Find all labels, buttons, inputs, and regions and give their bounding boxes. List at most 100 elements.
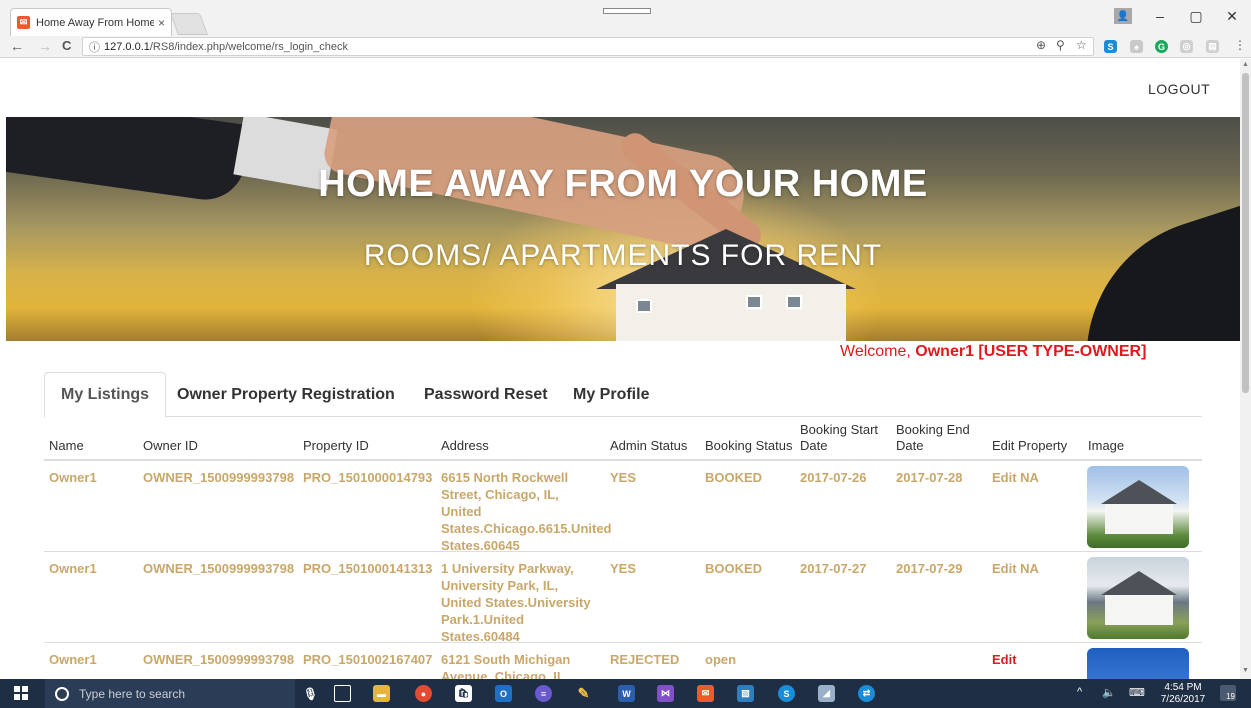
property-image[interactable] <box>1087 648 1189 679</box>
taskbar-search[interactable]: Type here to search <box>45 679 295 708</box>
new-tab-button[interactable] <box>169 13 209 35</box>
notification-count: 19 <box>1226 692 1235 701</box>
teamviewer-icon[interactable]: ⇄ <box>858 685 875 702</box>
microphone-icon[interactable]: 🎙 <box>302 685 319 702</box>
taskbar-clock[interactable]: 4:54 PM 7/26/2017 <box>1160 682 1206 706</box>
tab-title: Home Away From Home <box>36 16 154 29</box>
cell-name: Owner1 <box>49 561 97 576</box>
outlook-icon[interactable]: O <box>495 685 512 702</box>
close-window-button[interactable]: ✕ <box>1222 8 1242 25</box>
cell-admin-status: REJECTED <box>610 652 680 667</box>
tab-close-icon[interactable]: × <box>158 16 165 30</box>
app-icon[interactable]: ◢ <box>818 685 835 702</box>
hero-title: HOME AWAY FROM YOUR HOME <box>318 163 928 205</box>
property-image[interactable] <box>1087 557 1189 639</box>
zoom-icon[interactable]: ⊕ <box>1036 38 1046 52</box>
property-image[interactable] <box>1087 466 1189 548</box>
restore-button[interactable]: ▢ <box>1186 8 1206 25</box>
url-path: /RS8/index.php/welcome/rs_login_check <box>149 40 348 53</box>
notification-center-icon[interactable]: 19 <box>1220 685 1236 701</box>
site-favicon-icon: ✉ <box>17 16 30 29</box>
grammarly-extension-icon[interactable]: G <box>1155 40 1168 53</box>
column-header: Name <box>49 438 84 453</box>
extension-pin-icon[interactable]: ⚲ <box>1056 38 1065 52</box>
column-header: Address <box>441 438 489 453</box>
cell-owner-id: OWNER_1500999993798 <box>143 470 295 485</box>
tray-expand-icon[interactable]: ^ <box>1077 686 1082 698</box>
clock-date: 7/26/2017 <box>1160 694 1206 705</box>
extension-icon[interactable]: ▤ <box>1206 40 1219 53</box>
tab-my-profile[interactable]: My Profile <box>557 372 665 417</box>
welcome-message: Welcome, Owner1 [USER TYPE-OWNER] <box>840 343 1146 361</box>
column-header: Property ID <box>303 438 369 453</box>
edit-property-link[interactable]: Edit NA <box>992 469 1039 486</box>
edit-property-link[interactable]: Edit NA <box>992 560 1039 577</box>
minimize-button[interactable]: – <box>1150 8 1170 24</box>
browser-tab[interactable]: ✉ Home Away From Home × <box>10 8 172 36</box>
column-header: Owner ID <box>143 438 198 453</box>
table-row: Owner1 OWNER_1500999993798 PRO_150100014… <box>44 552 1202 644</box>
welcome-user: Owner1 [USER TYPE-OWNER] <box>915 343 1147 360</box>
cell-name: Owner1 <box>49 470 97 485</box>
cell-name: Owner1 <box>49 652 97 667</box>
hero-subtitle: ROOMS/ APARTMENTS FOR RENT <box>363 239 883 272</box>
scroll-thumb[interactable] <box>1242 73 1249 393</box>
keyboard-icon[interactable]: ⌨ <box>1129 686 1145 699</box>
chrome-icon[interactable]: ● <box>415 685 432 702</box>
skype-icon[interactable]: S <box>778 685 795 702</box>
paint-icon[interactable]: ✎ <box>575 685 592 702</box>
word-icon[interactable]: W <box>618 685 635 702</box>
xampp-icon[interactable]: ✉ <box>697 685 714 702</box>
scroll-down-icon[interactable]: ▼ <box>1242 667 1249 674</box>
page-content: LOGOUT HOME AWAY FROM YOUR HOME ROOMS/ A… <box>0 59 1240 679</box>
cell-owner-id: OWNER_1500999993798 <box>143 561 295 576</box>
cell-admin-status: YES <box>610 561 637 576</box>
hero-banner: HOME AWAY FROM YOUR HOME ROOMS/ APARTMEN… <box>6 117 1240 341</box>
column-header: Edit Property <box>992 438 1068 453</box>
tab-my-listings[interactable]: My Listings <box>44 372 167 418</box>
cortana-icon <box>55 686 69 701</box>
visual-studio-icon[interactable]: ⋈ <box>657 685 674 702</box>
volume-icon[interactable]: 🔈 <box>1102 686 1116 699</box>
table-row: Owner1 OWNER_1500999993798 PRO_150100216… <box>44 643 1202 679</box>
cell-owner-id: OWNER_1500999993798 <box>143 652 295 667</box>
logout-link[interactable]: LOGOUT <box>1148 81 1210 97</box>
reload-icon[interactable]: C <box>62 38 71 53</box>
cell-property-id: PRO_1501000141313 <box>303 561 433 576</box>
tab-owner-property-registration[interactable]: Owner Property Registration <box>161 372 411 417</box>
cell-end-date: 2017-07-29 <box>896 561 963 576</box>
taskbar-search-placeholder: Type here to search <box>79 686 186 701</box>
cell-booking-status: open <box>705 652 737 667</box>
menu-icon[interactable]: ⋮ <box>1234 38 1246 52</box>
profile-icon[interactable]: 👤 <box>1114 8 1132 24</box>
bookmark-star-icon[interactable]: ☆ <box>1076 38 1087 52</box>
info-icon[interactable]: ⓘ <box>89 39 100 55</box>
skype-extension-icon[interactable]: S <box>1104 40 1117 53</box>
cell-end-date: 2017-07-28 <box>896 470 963 485</box>
table-header: Name Owner ID Property ID Address Admin … <box>44 421 1202 461</box>
cell-booking-status: BOOKED <box>705 470 763 485</box>
clock-time: 4:54 PM <box>1164 682 1202 693</box>
windows-start-icon[interactable] <box>14 686 28 700</box>
tab-password-reset[interactable]: Password Reset <box>408 372 564 417</box>
cell-start-date: 2017-07-27 <box>800 561 867 576</box>
edit-property-link[interactable]: Edit <box>992 651 1017 668</box>
scroll-up-icon[interactable]: ▲ <box>1242 61 1249 68</box>
page-scrollbar[interactable]: ▲ ▼ <box>1240 59 1251 679</box>
url-host: 127.0.0.1 <box>104 40 150 53</box>
column-header: Image <box>1088 438 1125 453</box>
app-icon[interactable]: ▧ <box>737 685 754 702</box>
store-icon[interactable]: 🛍 <box>455 685 472 702</box>
app-icon[interactable]: ≡ <box>535 685 552 702</box>
task-view-icon[interactable] <box>334 685 351 702</box>
cell-address: 6615 North Rockwell Street, Chicago, IL,… <box>441 470 612 553</box>
extension-icon[interactable]: ♠ <box>1130 40 1143 53</box>
address-bar[interactable]: ⓘ 127.0.0.1 /RS8/index.php/welcome/rs_lo… <box>82 37 1094 56</box>
forward-icon[interactable]: → <box>38 38 52 54</box>
file-explorer-icon[interactable]: ▬ <box>373 685 390 702</box>
column-header: Admin Status <box>610 438 688 453</box>
column-header: Booking Start Date <box>800 422 879 453</box>
welcome-prefix: Welcome, <box>840 343 916 360</box>
back-icon[interactable]: ← <box>10 38 24 54</box>
extension-icon[interactable]: ◎ <box>1180 40 1193 53</box>
